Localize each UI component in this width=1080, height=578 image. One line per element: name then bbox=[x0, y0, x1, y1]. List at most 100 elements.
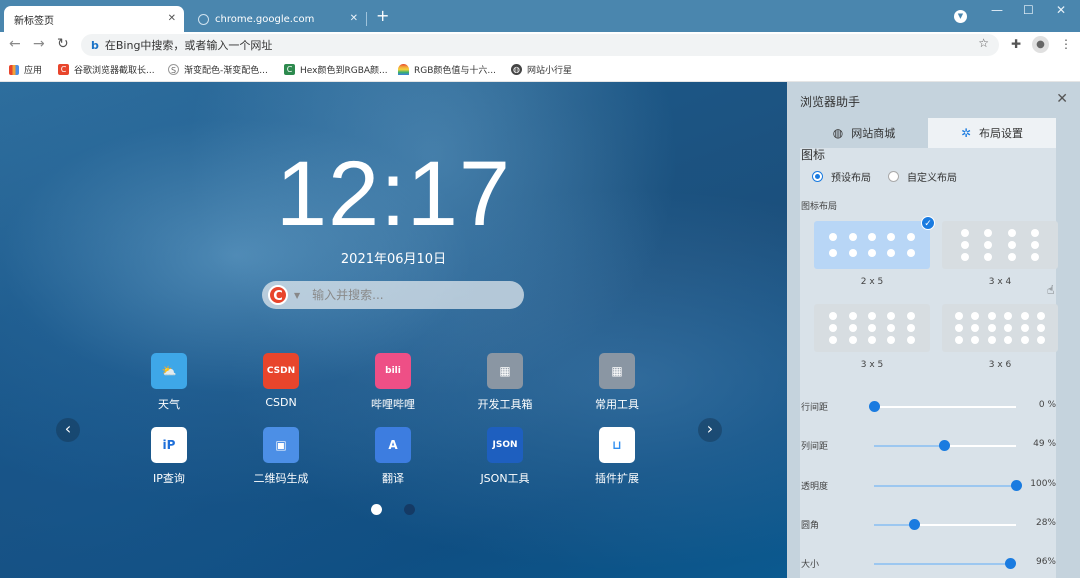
slider-thumb[interactable] bbox=[938, 440, 950, 451]
next-page-button[interactable]: › bbox=[698, 418, 722, 442]
app-tile[interactable]: bili 哔哩哔哩 bbox=[348, 353, 438, 412]
app-tile[interactable]: ▦ 开发工具箱 bbox=[460, 353, 550, 412]
bookmark-apps[interactable]: 应用 bbox=[9, 63, 42, 76]
globe-icon: ◍ bbox=[511, 64, 522, 75]
slider-thumb[interactable] bbox=[1005, 558, 1017, 569]
bookmark-item[interactable]: S 渐变配色-渐变配色... bbox=[168, 63, 268, 76]
profile-avatar[interactable]: ● bbox=[1032, 36, 1049, 53]
app-label: 开发工具箱 bbox=[477, 398, 533, 411]
layout-option-label: 2 x 5 bbox=[860, 277, 884, 287]
radio-unchecked-icon bbox=[888, 171, 899, 182]
ip-lookup-icon: iP bbox=[151, 427, 187, 463]
new-tab-button[interactable]: + bbox=[376, 8, 389, 24]
grid-dot bbox=[1030, 241, 1039, 249]
forward-arrow-icon[interactable]: → bbox=[33, 36, 45, 52]
grid-dot bbox=[984, 241, 993, 249]
grid-dot bbox=[887, 324, 896, 332]
grid-dot bbox=[1007, 229, 1016, 237]
section-title-icons: 图标 bbox=[801, 148, 826, 162]
slider-row: 行间距 0 % bbox=[801, 399, 1061, 415]
slider-label: 透明度 bbox=[801, 482, 829, 492]
grid-dot bbox=[961, 229, 970, 237]
grid-dot bbox=[1007, 253, 1016, 261]
radio-preset-layout[interactable]: 预设布局 bbox=[812, 169, 871, 184]
bookmark-item[interactable]: C Hex颜色到RGBA颜... bbox=[284, 63, 388, 76]
slider-row: 圆角 28% bbox=[801, 517, 1061, 533]
prev-page-button[interactable]: ‹ bbox=[56, 418, 80, 442]
app-label: 插件扩展 bbox=[595, 472, 639, 485]
grid-dot bbox=[971, 324, 980, 332]
tab-close-icon[interactable]: ✕ bbox=[350, 13, 358, 25]
grid-dot bbox=[971, 336, 980, 344]
tab-close-icon[interactable]: ✕ bbox=[168, 13, 176, 25]
more-menu-icon[interactable]: ⋮ bbox=[1060, 37, 1072, 51]
app-tile[interactable]: ⛅ 天气 bbox=[124, 353, 214, 412]
app-tile[interactable]: CSDN CSDN bbox=[236, 353, 326, 409]
app-tile[interactable]: ▦ 常用工具 bbox=[572, 353, 662, 412]
extensions-puzzle-icon[interactable]: ✚ bbox=[1011, 37, 1021, 51]
app-tile[interactable]: ▣ 二维码生成 bbox=[236, 427, 326, 486]
tab-search-icon[interactable]: ▼ bbox=[954, 10, 967, 23]
layout-option-2x5[interactable]: ✓ bbox=[814, 216, 935, 269]
minimize-button[interactable]: — bbox=[991, 3, 1003, 17]
grid-dot bbox=[984, 253, 993, 261]
tab-new-tab[interactable]: 新标签页 ✕ bbox=[4, 6, 184, 32]
close-window-button[interactable]: ✕ bbox=[1056, 3, 1066, 17]
layout-option-3x5[interactable] bbox=[814, 304, 930, 352]
slider-thumb[interactable] bbox=[908, 519, 920, 530]
grid-dot bbox=[887, 233, 896, 241]
tab-label: 网站商城 bbox=[851, 127, 896, 140]
address-bar[interactable]: b 在Bing中搜索，或者输入一个网址 ☆ bbox=[81, 34, 999, 56]
layout-option-3x4[interactable] bbox=[942, 221, 1058, 269]
maximize-button[interactable]: ☐ bbox=[1023, 3, 1034, 17]
globe-icon bbox=[198, 13, 209, 25]
bookmark-item[interactable]: ◍ 网站小行星 bbox=[511, 63, 572, 76]
slider-value: 28% bbox=[1035, 518, 1056, 528]
close-icon[interactable]: ✕ bbox=[1056, 91, 1068, 107]
slider-label: 列间距 bbox=[801, 442, 829, 452]
slider-track[interactable] bbox=[874, 406, 1016, 408]
apps-grid-icon bbox=[9, 64, 19, 75]
grid-dot bbox=[1020, 324, 1029, 332]
grid-dot bbox=[829, 336, 838, 344]
grid-dot bbox=[887, 249, 896, 257]
slider-thumb[interactable] bbox=[869, 401, 880, 412]
tab-website-store[interactable]: ◍ 网站商城 bbox=[800, 118, 928, 148]
slider-label: 圆角 bbox=[801, 521, 820, 531]
bookmarks-bar: 应用 C 谷歌浏览器截取长... S 渐变配色-渐变配色... C Hex颜色到… bbox=[0, 58, 1080, 82]
c-logo-icon: C bbox=[284, 64, 295, 75]
grid-dot bbox=[829, 233, 838, 241]
app-tile[interactable]: iP IP查询 bbox=[124, 427, 214, 486]
grid-dot bbox=[971, 312, 980, 320]
search-box[interactable]: C ▼ bbox=[262, 281, 524, 309]
app-tile[interactable]: JSON JSON工具 bbox=[460, 427, 550, 486]
bookmark-label: Hex颜色到RGBA颜... bbox=[300, 66, 388, 76]
bookmark-item[interactable]: C 谷歌浏览器截取长... bbox=[58, 63, 155, 76]
weather-icon: ⛅ bbox=[151, 353, 187, 389]
mouse-cursor-icon: ☝ bbox=[1047, 283, 1055, 297]
app-tile[interactable]: A 翻译 bbox=[348, 427, 438, 486]
back-arrow-icon[interactable]: ← bbox=[9, 36, 21, 52]
reload-icon[interactable]: ↻ bbox=[57, 36, 69, 52]
page-dot[interactable] bbox=[404, 504, 415, 515]
slider-label: 大小 bbox=[801, 560, 820, 570]
bookmark-item[interactable]: RGB颜色值与十六... bbox=[398, 63, 496, 76]
grid-dot bbox=[954, 324, 963, 332]
page-dot-active[interactable] bbox=[371, 504, 382, 515]
tab-layout-settings[interactable]: ✲ 布局设置 bbox=[928, 118, 1056, 148]
search-engine-logo-icon[interactable]: C bbox=[268, 285, 288, 305]
search-input[interactable] bbox=[312, 288, 493, 302]
gradient-logo-icon: S bbox=[168, 64, 179, 75]
check-icon: ✓ bbox=[921, 216, 935, 230]
slider-fill bbox=[874, 445, 944, 447]
grid-dot bbox=[906, 336, 915, 344]
app-tile[interactable]: ⊔ 插件扩展 bbox=[572, 427, 662, 486]
layout-option-3x6[interactable] bbox=[942, 304, 1058, 352]
bookmark-star-icon[interactable]: ☆ bbox=[978, 36, 989, 50]
app-label: CSDN bbox=[265, 396, 297, 409]
radio-custom-layout[interactable]: 自定义布局 bbox=[888, 169, 957, 184]
chevron-down-icon[interactable]: ▼ bbox=[294, 291, 300, 300]
tab-title: 新标签页 bbox=[14, 15, 54, 27]
tab-chrome-webstore[interactable]: chrome.google.com ✕ bbox=[188, 6, 366, 32]
slider-fill bbox=[874, 524, 914, 526]
